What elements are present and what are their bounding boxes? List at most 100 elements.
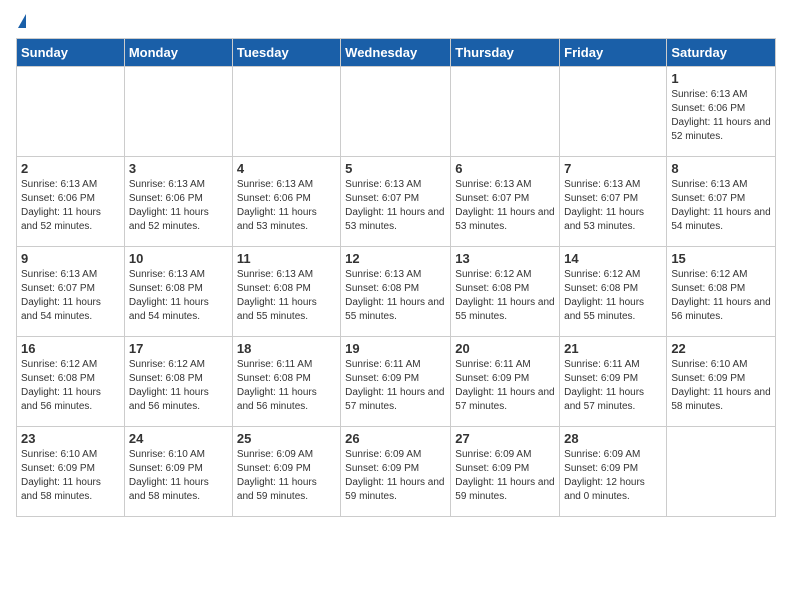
- calendar-week-row: 9 Sunrise: 6:13 AM Sunset: 6:07 PM Daylig…: [17, 247, 776, 337]
- day-number: 11: [237, 251, 336, 266]
- day-number: 26: [345, 431, 446, 446]
- calendar-cell: 28 Sunrise: 6:09 AM Sunset: 6:09 PM Dayli…: [560, 427, 667, 517]
- logo-triangle-icon: [18, 14, 26, 28]
- calendar-cell: 3Sunrise: 6:13 AM Sunset: 6:06 PM Daylig…: [124, 157, 232, 247]
- calendar-cell: 16 Sunrise: 6:12 AM Sunset: 6:08 PM Dayli…: [17, 337, 125, 427]
- day-info: Sunrise: 6:13 AM Sunset: 6:07 PM Dayligh…: [21, 269, 101, 322]
- calendar-week-row: 1 Sunrise: 6:13 AM Sunset: 6:06 PM Daylig…: [17, 67, 776, 157]
- calendar-cell: [451, 67, 560, 157]
- day-number: 20: [455, 341, 555, 356]
- calendar-cell: 12Sunrise: 6:13 AM Sunset: 6:08 PM Dayli…: [341, 247, 451, 337]
- calendar-cell: 4 Sunrise: 6:13 AM Sunset: 6:06 PM Daylig…: [232, 157, 340, 247]
- calendar-cell: 10Sunrise: 6:13 AM Sunset: 6:08 PM Dayli…: [124, 247, 232, 337]
- calendar-cell: 18Sunrise: 6:11 AM Sunset: 6:08 PM Dayli…: [232, 337, 340, 427]
- day-number: 19: [345, 341, 446, 356]
- calendar-cell: 5 Sunrise: 6:13 AM Sunset: 6:07 PM Daylig…: [341, 157, 451, 247]
- day-info: Sunrise: 6:11 AM Sunset: 6:09 PM Dayligh…: [455, 359, 554, 412]
- day-number: 21: [564, 341, 662, 356]
- day-info: Sunrise: 6:12 AM Sunset: 6:08 PM Dayligh…: [21, 359, 101, 412]
- day-number: 10: [129, 251, 228, 266]
- day-info: Sunrise: 6:13 AM Sunset: 6:06 PM Dayligh…: [237, 179, 317, 232]
- day-number: 23: [21, 431, 120, 446]
- calendar-cell: [124, 67, 232, 157]
- calendar-cell: [667, 427, 776, 517]
- day-number: 5: [345, 161, 446, 176]
- day-number: 6: [455, 161, 555, 176]
- day-number: 8: [671, 161, 771, 176]
- day-number: 27: [455, 431, 555, 446]
- calendar-cell: 19 Sunrise: 6:11 AM Sunset: 6:09 PM Dayli…: [341, 337, 451, 427]
- calendar-cell: 11 Sunrise: 6:13 AM Sunset: 6:08 PM Dayli…: [232, 247, 340, 337]
- day-info: Sunrise: 6:09 AM Sunset: 6:09 PM Dayligh…: [237, 449, 317, 502]
- day-number: 2: [21, 161, 120, 176]
- calendar-table: SundayMondayTuesdayWednesdayThursdayFrid…: [16, 38, 776, 517]
- day-info: Sunrise: 6:09 AM Sunset: 6:09 PM Dayligh…: [455, 449, 554, 502]
- calendar-week-row: 23 Sunrise: 6:10 AM Sunset: 6:09 PM Dayli…: [17, 427, 776, 517]
- day-number: 24: [129, 431, 228, 446]
- day-number: 25: [237, 431, 336, 446]
- calendar-cell: 1 Sunrise: 6:13 AM Sunset: 6:06 PM Daylig…: [667, 67, 776, 157]
- calendar-cell: [232, 67, 340, 157]
- calendar-cell: 20 Sunrise: 6:11 AM Sunset: 6:09 PM Dayli…: [451, 337, 560, 427]
- calendar-week-row: 16 Sunrise: 6:12 AM Sunset: 6:08 PM Dayli…: [17, 337, 776, 427]
- calendar-header-thursday: Thursday: [451, 39, 560, 67]
- day-number: 16: [21, 341, 120, 356]
- calendar-week-row: 2 Sunrise: 6:13 AM Sunset: 6:06 PM Daylig…: [17, 157, 776, 247]
- calendar-header-friday: Friday: [560, 39, 667, 67]
- day-info: Sunrise: 6:13 AM Sunset: 6:07 PM Dayligh…: [671, 179, 770, 232]
- logo: [16, 16, 26, 30]
- calendar-cell: 15 Sunrise: 6:12 AM Sunset: 6:08 PM Dayli…: [667, 247, 776, 337]
- day-number: 7: [564, 161, 662, 176]
- calendar-cell: 22 Sunrise: 6:10 AM Sunset: 6:09 PM Dayli…: [667, 337, 776, 427]
- day-number: 1: [671, 71, 771, 86]
- calendar-cell: 14 Sunrise: 6:12 AM Sunset: 6:08 PM Dayli…: [560, 247, 667, 337]
- calendar-header-tuesday: Tuesday: [232, 39, 340, 67]
- day-info: Sunrise: 6:10 AM Sunset: 6:09 PM Dayligh…: [21, 449, 101, 502]
- calendar-cell: 2 Sunrise: 6:13 AM Sunset: 6:06 PM Daylig…: [17, 157, 125, 247]
- day-info: Sunrise: 6:13 AM Sunset: 6:08 PM Dayligh…: [345, 269, 444, 322]
- day-info: Sunrise: 6:12 AM Sunset: 6:08 PM Dayligh…: [129, 359, 209, 412]
- day-info: Sunrise: 6:13 AM Sunset: 6:06 PM Dayligh…: [21, 179, 101, 232]
- calendar-cell: 27 Sunrise: 6:09 AM Sunset: 6:09 PM Dayli…: [451, 427, 560, 517]
- calendar-header-wednesday: Wednesday: [341, 39, 451, 67]
- day-number: 9: [21, 251, 120, 266]
- day-info: Sunrise: 6:12 AM Sunset: 6:08 PM Dayligh…: [455, 269, 554, 322]
- calendar-cell: 23 Sunrise: 6:10 AM Sunset: 6:09 PM Dayli…: [17, 427, 125, 517]
- calendar-cell: 24Sunrise: 6:10 AM Sunset: 6:09 PM Dayli…: [124, 427, 232, 517]
- calendar-cell: 26 Sunrise: 6:09 AM Sunset: 6:09 PM Dayli…: [341, 427, 451, 517]
- day-info: Sunrise: 6:13 AM Sunset: 6:07 PM Dayligh…: [345, 179, 444, 232]
- calendar-cell: 25 Sunrise: 6:09 AM Sunset: 6:09 PM Dayli…: [232, 427, 340, 517]
- calendar-cell: [341, 67, 451, 157]
- calendar-header-row: SundayMondayTuesdayWednesdayThursdayFrid…: [17, 39, 776, 67]
- day-number: 14: [564, 251, 662, 266]
- calendar-header-saturday: Saturday: [667, 39, 776, 67]
- day-number: 15: [671, 251, 771, 266]
- day-number: 28: [564, 431, 662, 446]
- calendar-cell: [560, 67, 667, 157]
- day-number: 17: [129, 341, 228, 356]
- calendar-cell: 17 Sunrise: 6:12 AM Sunset: 6:08 PM Dayli…: [124, 337, 232, 427]
- day-info: Sunrise: 6:09 AM Sunset: 6:09 PM Dayligh…: [564, 449, 645, 502]
- day-number: 4: [237, 161, 336, 176]
- day-number: 22: [671, 341, 771, 356]
- day-info: Sunrise: 6:11 AM Sunset: 6:08 PM Dayligh…: [237, 359, 317, 412]
- day-info: Sunrise: 6:12 AM Sunset: 6:08 PM Dayligh…: [564, 269, 644, 322]
- calendar-cell: 8 Sunrise: 6:13 AM Sunset: 6:07 PM Daylig…: [667, 157, 776, 247]
- calendar-cell: [17, 67, 125, 157]
- day-info: Sunrise: 6:09 AM Sunset: 6:09 PM Dayligh…: [345, 449, 444, 502]
- calendar-cell: 13 Sunrise: 6:12 AM Sunset: 6:08 PM Dayli…: [451, 247, 560, 337]
- day-info: Sunrise: 6:13 AM Sunset: 6:08 PM Dayligh…: [237, 269, 317, 322]
- day-info: Sunrise: 6:13 AM Sunset: 6:07 PM Dayligh…: [455, 179, 554, 232]
- day-info: Sunrise: 6:11 AM Sunset: 6:09 PM Dayligh…: [564, 359, 644, 412]
- day-info: Sunrise: 6:13 AM Sunset: 6:06 PM Dayligh…: [671, 89, 770, 142]
- day-number: 13: [455, 251, 555, 266]
- calendar-cell: 7 Sunrise: 6:13 AM Sunset: 6:07 PM Daylig…: [560, 157, 667, 247]
- day-info: Sunrise: 6:12 AM Sunset: 6:08 PM Dayligh…: [671, 269, 770, 322]
- day-info: Sunrise: 6:13 AM Sunset: 6:07 PM Dayligh…: [564, 179, 644, 232]
- day-info: Sunrise: 6:11 AM Sunset: 6:09 PM Dayligh…: [345, 359, 444, 412]
- calendar-header-sunday: Sunday: [17, 39, 125, 67]
- calendar-cell: 6 Sunrise: 6:13 AM Sunset: 6:07 PM Daylig…: [451, 157, 560, 247]
- day-info: Sunrise: 6:10 AM Sunset: 6:09 PM Dayligh…: [671, 359, 770, 412]
- page-header: [16, 16, 776, 30]
- calendar-cell: 21 Sunrise: 6:11 AM Sunset: 6:09 PM Dayli…: [560, 337, 667, 427]
